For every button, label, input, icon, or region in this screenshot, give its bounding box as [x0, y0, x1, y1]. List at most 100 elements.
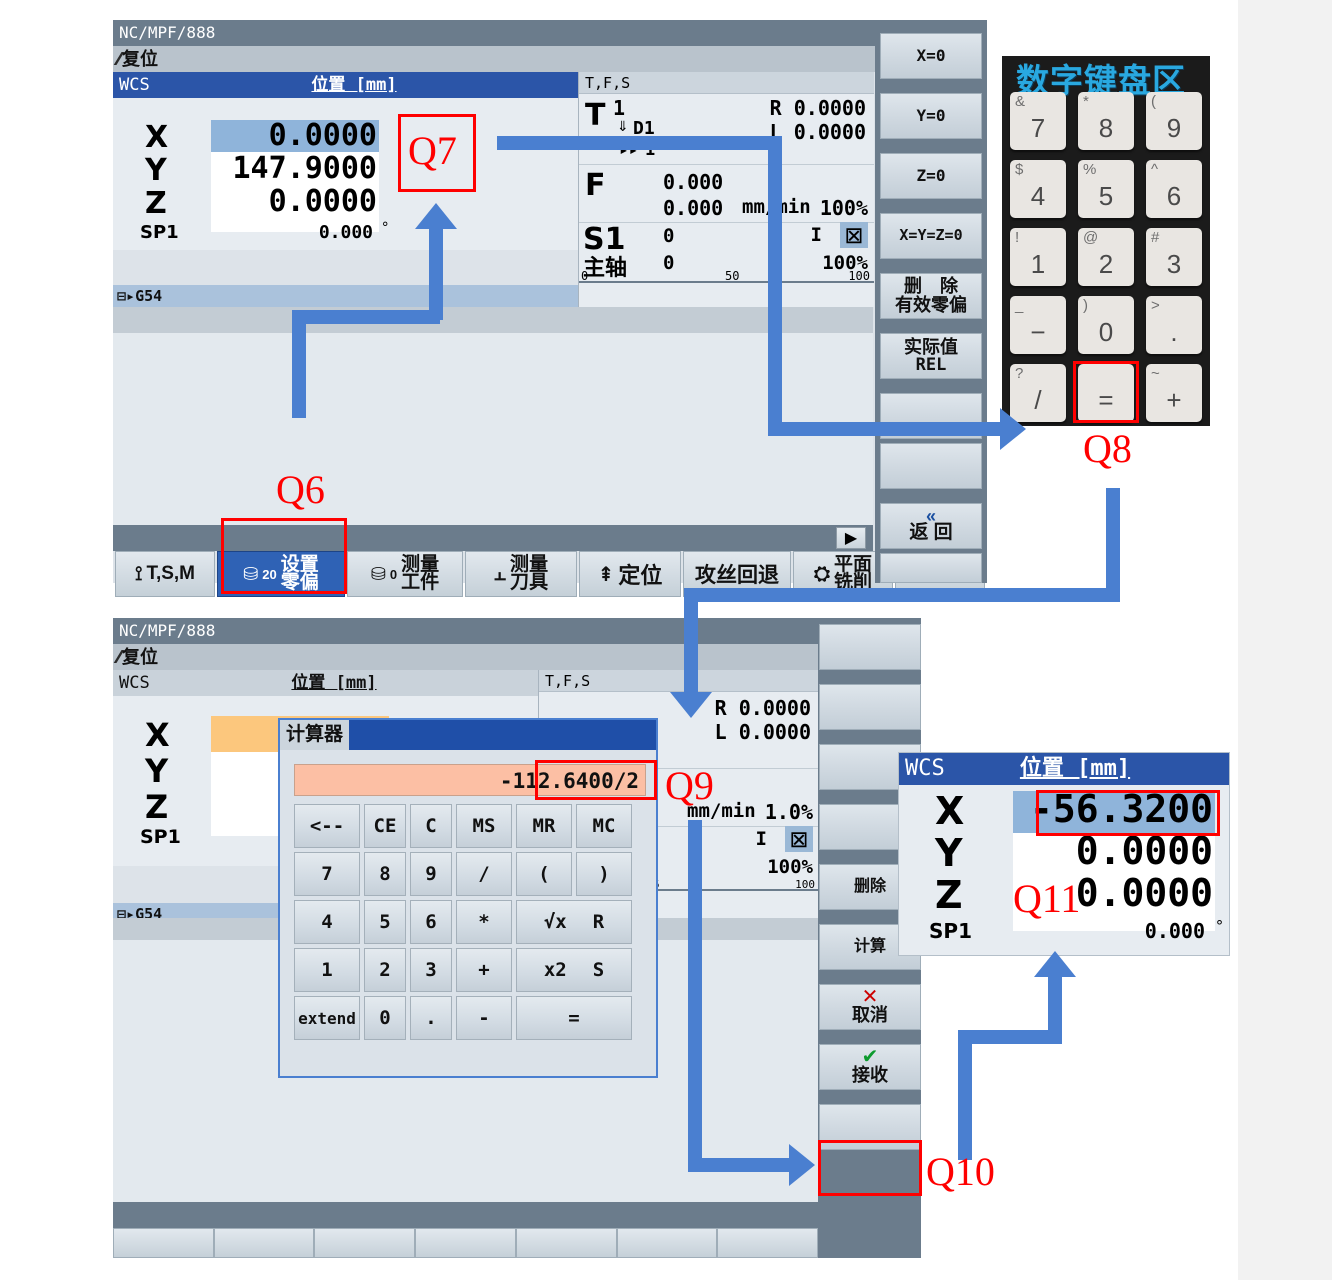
keypad-key-dot[interactable]: > .: [1146, 296, 1202, 354]
panel2-softkey-5[interactable]: [515, 1228, 617, 1258]
calc-key-1[interactable]: 1: [294, 948, 360, 992]
panel2-softkey-cancel[interactable]: ✕ 取消: [819, 984, 921, 1030]
keypad-key-minus[interactable]: _ −: [1010, 296, 1066, 354]
keypad-key-2[interactable]: @ 2: [1078, 228, 1134, 286]
panel2-softkey-blank-2[interactable]: [819, 684, 921, 730]
measure-tool-icon: ⫠: [493, 562, 507, 585]
calc-key-plus[interactable]: +: [456, 948, 512, 992]
calc-key-lparen[interactable]: (: [516, 852, 572, 896]
keypad-key-5-main: 5: [1098, 181, 1114, 211]
calc-key-7[interactable]: 7: [294, 852, 360, 896]
calc-key-square-s[interactable]: x2 S: [516, 948, 632, 992]
softkey-z-zero[interactable]: Z=0: [880, 153, 982, 199]
panel2-softkey-6[interactable]: [616, 1228, 718, 1258]
softkey-tapping-retract-label: 攻丝回退: [695, 564, 779, 587]
calc-key-9[interactable]: 9: [410, 852, 452, 896]
calc-key-5[interactable]: 5: [364, 900, 406, 944]
panel2-softkey-accept-label: 接收: [852, 1065, 888, 1086]
calc-key-4[interactable]: 4: [294, 900, 360, 944]
panel1-f-act: 0.000: [663, 170, 724, 194]
softkey-blank-3[interactable]: [880, 553, 982, 583]
softkey-blank-2[interactable]: [880, 443, 982, 489]
calc-key-sqrt-label: √x: [543, 911, 567, 933]
panel2-softkey-2[interactable]: [213, 1228, 315, 1258]
calc-key-divide[interactable]: /: [456, 852, 512, 896]
keypad-key-4[interactable]: $ 4: [1010, 160, 1066, 218]
keypad-key-1[interactable]: ! 1: [1010, 228, 1066, 286]
calc-key-6[interactable]: 6: [410, 900, 452, 944]
panel1-spindle-value: 0.000: [318, 222, 373, 243]
calc-key-c[interactable]: C: [410, 804, 452, 848]
panel1-wcs-header: WCS 位置 [mm]: [113, 72, 578, 98]
panel1-tfs-panel: T,F,S T 1 ⇓ D1 ▸▸ 1 R 0.0000 L 0.0000 F …: [578, 72, 874, 307]
softkey-tsm[interactable]: ⟟ T,S,M: [115, 551, 215, 597]
calc-key-sqrt-r[interactable]: √x R: [516, 900, 632, 944]
softkey-measure-workpiece[interactable]: ⛁ 0 测量工件: [347, 551, 463, 597]
arrow-q6-head: [415, 203, 457, 229]
calc-key-backspace[interactable]: <--: [294, 804, 360, 848]
page-next-button[interactable]: ▶: [836, 527, 866, 549]
panel2-s-dir-icon: I: [755, 828, 767, 850]
calc-key-minus[interactable]: -: [456, 996, 512, 1040]
panel2-softkey-4[interactable]: [415, 1228, 516, 1258]
panel2-softkey-accept[interactable]: ✔ 接收: [819, 1044, 921, 1090]
panel1-separator-bar: [113, 307, 873, 333]
softkey-y-zero[interactable]: Y=0: [880, 93, 982, 139]
keypad-key-7[interactable]: & 7: [1010, 92, 1066, 150]
calc-key-s-label: S: [592, 959, 605, 981]
keypad-key-3[interactable]: # 3: [1146, 228, 1202, 286]
panel1-g54-text: G54: [135, 287, 163, 305]
softkey-delete-active-offset[interactable]: 删 除 有效零偏: [880, 273, 982, 319]
panel2-softkey-3[interactable]: [314, 1228, 416, 1258]
keypad-key-0[interactable]: ) 0: [1078, 296, 1134, 354]
calc-key-8[interactable]: 8: [364, 852, 406, 896]
result-wcs-header: WCS 位置 [mm]: [899, 753, 1229, 785]
calc-key-mr[interactable]: MR: [516, 804, 572, 848]
calc-key-mc[interactable]: MC: [576, 804, 632, 848]
keypad-key-8[interactable]: * 8: [1078, 92, 1134, 150]
softkey-actual-value-rel[interactable]: 实际值 REL: [880, 333, 982, 379]
keypad-key-6[interactable]: ^ 6: [1146, 160, 1202, 218]
panel2-softkey-blank-1[interactable]: [819, 624, 921, 670]
keypad-key-9[interactable]: ( 9: [1146, 92, 1202, 150]
keypad-key-6-sup: ^: [1151, 161, 1159, 178]
label-q11: Q11: [1013, 876, 1081, 921]
softkey-measure-tool[interactable]: ⫠ 测量刀具: [465, 551, 577, 597]
calc-key-ms[interactable]: MS: [456, 804, 512, 848]
softkey-xyz-zero[interactable]: X=Y=Z=0: [880, 213, 982, 259]
arrow-q10-vertical-lower: [958, 1030, 972, 1160]
softkey-back[interactable]: « 返 回: [880, 503, 982, 549]
panel2-title: NC/MPF/888: [113, 618, 921, 644]
position-icon: ⇞: [597, 563, 615, 586]
q11-highlight-box: [1036, 790, 1220, 836]
softkey-x-zero[interactable]: X=0: [880, 33, 982, 79]
arrow-q10-head: [1034, 951, 1076, 977]
panel1-status-text: 复位: [122, 49, 159, 69]
panel1-title: NC/MPF/888: [113, 20, 987, 46]
result-spindle-value: 0.000: [1144, 919, 1205, 943]
keypad-key-plus[interactable]: ~ +: [1146, 364, 1202, 422]
calc-key-equals[interactable]: =: [516, 996, 632, 1040]
calc-key-rparen[interactable]: ): [576, 852, 632, 896]
panel1-wcs-label: WCS: [119, 75, 150, 95]
calc-key-dot[interactable]: .: [410, 996, 452, 1040]
calc-key-ce[interactable]: CE: [364, 804, 406, 848]
panel2-softkey-1[interactable]: [113, 1228, 214, 1258]
panel2-softkey-7[interactable]: [717, 1228, 819, 1258]
keypad-key-7-main: 7: [1030, 113, 1046, 143]
panel2-status-bar: ⁄⁄ 复位: [113, 644, 921, 670]
calc-key-multiply[interactable]: *: [456, 900, 512, 944]
keypad-key-0-main: 0: [1098, 317, 1114, 347]
softkey-position[interactable]: ⇞ 定位: [579, 551, 681, 597]
calc-key-extend[interactable]: extend: [294, 996, 360, 1040]
arrow-q9-horizontal: [688, 1158, 792, 1172]
calc-key-2[interactable]: 2: [364, 948, 406, 992]
keypad-key-plus-sup: ~: [1151, 365, 1160, 382]
panel2-axis-label-y: Y: [145, 752, 169, 790]
calc-key-3[interactable]: 3: [410, 948, 452, 992]
result-axis-label-y: Y: [935, 831, 963, 875]
keypad-key-5[interactable]: % 5: [1078, 160, 1134, 218]
calc-key-0[interactable]: 0: [364, 996, 406, 1040]
q10-highlight-box: [818, 1140, 922, 1196]
softkey-actual-value-line2: REL: [915, 354, 947, 375]
